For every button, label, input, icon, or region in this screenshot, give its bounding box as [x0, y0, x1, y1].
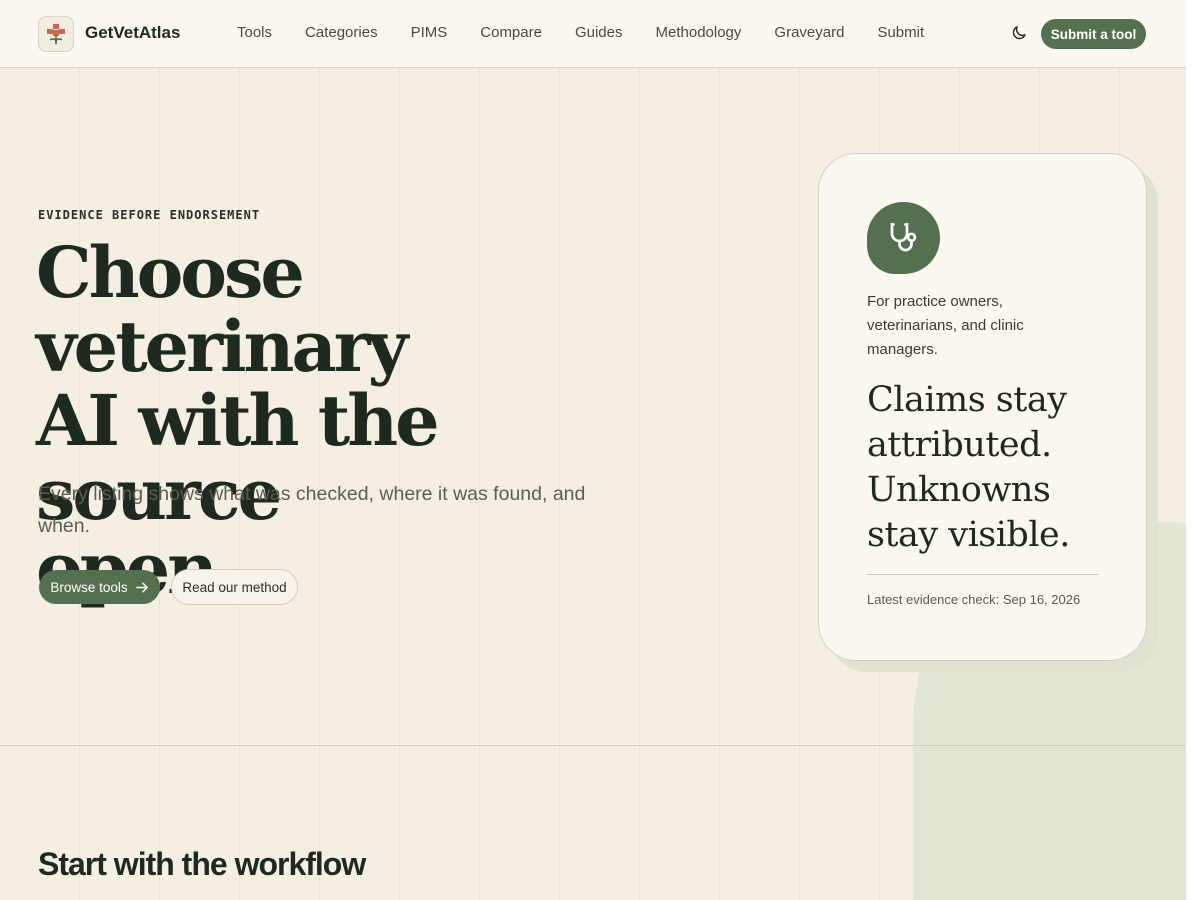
- card-quote-line: Unknowns: [867, 470, 1051, 510]
- nav-submit[interactable]: Submit: [877, 24, 924, 41]
- site-header: GetVetAtlas Tools Categories PIMS Compar…: [0, 0, 1186, 68]
- nav-pims[interactable]: PIMS: [411, 24, 448, 41]
- brand-name[interactable]: GetVetAtlas: [85, 23, 180, 43]
- card-icon-badge: [867, 202, 940, 274]
- browse-tools-button[interactable]: Browse tools: [39, 570, 160, 604]
- nav-methodology[interactable]: Methodology: [656, 24, 742, 41]
- nav-compare[interactable]: Compare: [480, 24, 542, 41]
- browse-tools-label: Browse tools: [50, 579, 128, 595]
- section-divider: [0, 745, 1186, 746]
- paw-flower-icon: [47, 24, 65, 44]
- hero-title-line: Choose veterinary: [36, 231, 408, 388]
- card-audience-text: For practice owners, veterinarians, and …: [867, 293, 1024, 358]
- card-quote-line: stay visible.: [867, 515, 1070, 555]
- card-divider: [867, 574, 1098, 575]
- card-quote: Claims stay attributed. Unknowns stay vi…: [867, 378, 1107, 558]
- latest-evidence-check: Latest evidence check: Sep 16, 2026: [867, 592, 1081, 607]
- theme-toggle-button[interactable]: [1010, 24, 1028, 42]
- nav-guides[interactable]: Guides: [575, 24, 623, 41]
- nav-tools[interactable]: Tools: [237, 24, 272, 41]
- stethoscope-icon: [890, 223, 916, 252]
- moon-icon: [1012, 26, 1026, 40]
- card-quote-line: attributed.: [867, 425, 1052, 465]
- read-method-button[interactable]: Read our method: [171, 569, 298, 605]
- nav-categories[interactable]: Categories: [305, 24, 378, 41]
- card-quote-line: Claims stay: [867, 380, 1067, 420]
- main-nav: Tools Categories PIMS Compare Guides Met…: [237, 24, 957, 41]
- arrow-right-icon: [135, 582, 148, 592]
- workflow-section-title: Start with the workflow: [38, 846, 366, 882]
- audience-card: For practice owners, veterinarians, and …: [818, 153, 1147, 661]
- scrollbar[interactable]: [1186, 0, 1200, 900]
- hero-subtitle: Every listing shows what was checked, wh…: [38, 483, 586, 537]
- hero-eyebrow: EVIDENCE BEFORE ENDORSEMENT: [38, 208, 261, 222]
- nav-graveyard[interactable]: Graveyard: [774, 24, 844, 41]
- logo[interactable]: [38, 16, 74, 52]
- submit-tool-button[interactable]: Submit a tool: [1041, 19, 1146, 49]
- hero-title: Choose veterinary AI with the source ope…: [36, 236, 676, 606]
